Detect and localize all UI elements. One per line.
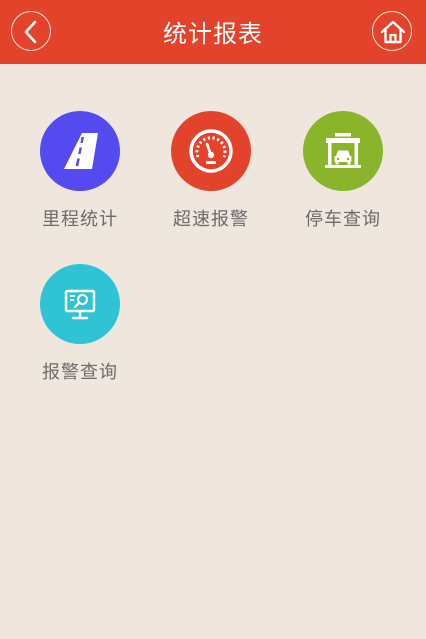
menu-item-label: 停车查询 bbox=[305, 209, 381, 230]
road-icon bbox=[64, 133, 98, 169]
menu-item-mileage[interactable]: 里程统计 bbox=[15, 111, 145, 241]
monitor-search-icon bbox=[64, 289, 96, 320]
home-icon bbox=[380, 20, 406, 44]
garage-car-icon bbox=[325, 133, 361, 168]
menu-item-speeding[interactable]: 超速报警 bbox=[146, 111, 276, 241]
alarm-icon-circle bbox=[40, 264, 120, 344]
menu-item-label: 里程统计 bbox=[42, 209, 118, 230]
home-button[interactable] bbox=[372, 11, 412, 51]
menu-item-label: 超速报警 bbox=[173, 209, 249, 230]
menu-item-label: 报警查询 bbox=[42, 362, 118, 383]
mileage-icon-circle bbox=[40, 111, 120, 191]
menu-item-alarm[interactable]: 报警查询 bbox=[15, 264, 145, 394]
speedometer-icon bbox=[189, 129, 233, 173]
page-title: 统计报表 bbox=[163, 20, 263, 48]
parking-icon-circle bbox=[303, 111, 383, 191]
menu-item-parking[interactable]: 停车查询 bbox=[278, 111, 408, 241]
speeding-icon-circle bbox=[171, 111, 251, 191]
app-header: 统计报表 bbox=[0, 0, 426, 64]
